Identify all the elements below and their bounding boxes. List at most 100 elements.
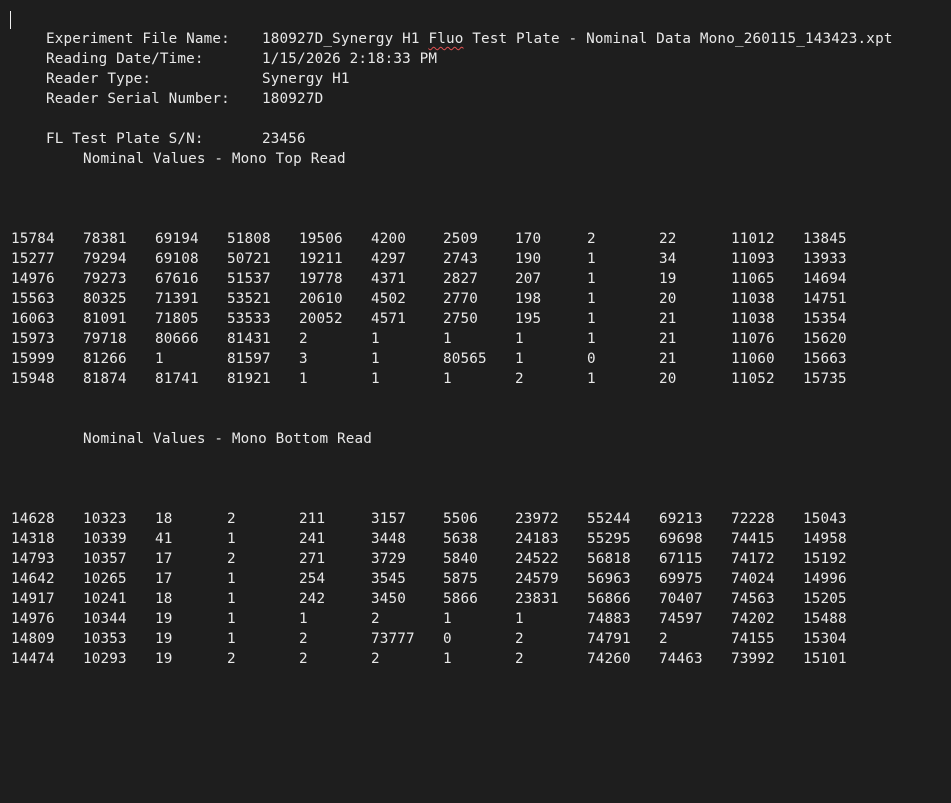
table-cell: 80565 (443, 351, 487, 367)
table-cell: 74155 (731, 631, 775, 647)
table-cell: 14751 (803, 291, 847, 307)
table-cell: 14474 (11, 651, 55, 667)
table-cell: 2 (299, 331, 308, 347)
table-cell: 1 (587, 271, 596, 287)
table-cell: 4502 (371, 291, 407, 307)
plate-sn-label: FL Test Plate S/N: (46, 131, 204, 147)
table-cell: 74597 (659, 611, 703, 627)
table-cell: 19778 (299, 271, 343, 287)
table-cell: 20 (659, 291, 677, 307)
table-cell: 1 (155, 351, 164, 367)
reading-datetime-line: Reading Date/Time: 1/15/2026 2:18:33 PM (11, 29, 437, 67)
table-cell: 5506 (443, 511, 479, 527)
table-cell: 2827 (443, 271, 479, 287)
table-cell: 1 (371, 351, 380, 367)
table-cell: 1 (443, 371, 452, 387)
table-cell: 67616 (155, 271, 199, 287)
reader-type-line: Reader Type: Synergy H1 (11, 49, 350, 87)
table-cell: 15973 (11, 331, 55, 347)
table-cell: 3 (299, 351, 308, 367)
table-cell: 15735 (803, 371, 847, 387)
table-cell: 17 (155, 571, 173, 587)
table-cell: 170 (515, 231, 542, 247)
table-cell: 3729 (371, 551, 407, 567)
table-cell: 4200 (371, 231, 407, 247)
table-cell: 1 (371, 331, 380, 347)
table-cell: 15101 (803, 651, 847, 667)
table-cell: 2770 (443, 291, 479, 307)
table-cell: 72228 (731, 511, 775, 527)
table-cell: 1 (587, 331, 596, 347)
table-cell: 211 (299, 511, 326, 527)
experiment-file-value-part2: Test Plate - Nominal Data Mono_260115_14… (463, 31, 893, 47)
section-heading-bottom-read: Nominal Values - Mono Bottom Read (83, 431, 372, 447)
table-cell: 11038 (731, 291, 775, 307)
table-cell: 14809 (11, 631, 55, 647)
table-cell: 11052 (731, 371, 775, 387)
text-editor-area[interactable]: Experiment File Name: 180927D_Synergy H1 … (0, 0, 951, 803)
table-cell: 14996 (803, 571, 847, 587)
table-cell: 2 (515, 631, 524, 647)
table-cell: 4297 (371, 251, 407, 267)
table-cell: 15663 (803, 351, 847, 367)
table-cell: 15563 (11, 291, 55, 307)
table-cell: 20 (659, 371, 677, 387)
table-cell: 15784 (11, 231, 55, 247)
table-cell: 14318 (11, 531, 55, 547)
table-cell: 19 (155, 611, 173, 627)
table-cell: 79273 (83, 271, 127, 287)
table-cell: 15277 (11, 251, 55, 267)
table-cell: 0 (443, 631, 452, 647)
table-cell: 53533 (227, 311, 271, 327)
table-cell: 19 (155, 631, 173, 647)
table-cell: 14976 (11, 271, 55, 287)
table-cell: 19 (155, 651, 173, 667)
table-cell: 74463 (659, 651, 703, 667)
table-cell: 19211 (299, 251, 343, 267)
table-cell: 1 (443, 611, 452, 627)
table-cell: 2 (227, 551, 236, 567)
table-cell: 1 (587, 291, 596, 307)
table-cell: 1 (515, 331, 524, 347)
section-heading-top-read: Nominal Values - Mono Top Read (83, 151, 346, 167)
table-cell: 81431 (227, 331, 271, 347)
table-cell: 53521 (227, 291, 271, 307)
table-cell: 3448 (371, 531, 407, 547)
table-cell: 15043 (803, 511, 847, 527)
table-cell: 10357 (83, 551, 127, 567)
table-cell: 69975 (659, 571, 703, 587)
table-cell: 74024 (731, 571, 775, 587)
table-cell: 5866 (443, 591, 479, 607)
table-cell: 19 (659, 271, 677, 287)
table-cell: 79718 (83, 331, 127, 347)
table-cell: 13845 (803, 231, 847, 247)
table-cell: 21 (659, 311, 677, 327)
table-cell: 2 (371, 651, 380, 667)
table-cell: 23972 (515, 511, 559, 527)
table-cell: 2 (659, 631, 668, 647)
table-cell: 74260 (587, 651, 631, 667)
table-cell: 81874 (83, 371, 127, 387)
table-cell: 14958 (803, 531, 847, 547)
table-cell: 56818 (587, 551, 631, 567)
table-cell: 15488 (803, 611, 847, 627)
table-cell: 15999 (11, 351, 55, 367)
table-cell: 73777 (371, 631, 415, 647)
table-cell: 4371 (371, 271, 407, 287)
table-cell: 22 (659, 231, 677, 247)
table-cell: 51808 (227, 231, 271, 247)
table-cell: 271 (299, 551, 326, 567)
table-cell: 1 (227, 531, 236, 547)
table-cell: 195 (515, 311, 542, 327)
table-cell: 78381 (83, 231, 127, 247)
table-cell: 1 (587, 311, 596, 327)
table-cell: 2509 (443, 231, 479, 247)
table-cell: 10353 (83, 631, 127, 647)
table-cell: 190 (515, 251, 542, 267)
table-cell: 15205 (803, 591, 847, 607)
table-cell: 2 (587, 231, 596, 247)
experiment-file-line: Experiment File Name: 180927D_Synergy H1 … (11, 9, 893, 47)
table-cell: 69194 (155, 231, 199, 247)
table-cell: 50721 (227, 251, 271, 267)
table-cell: 1 (371, 371, 380, 387)
